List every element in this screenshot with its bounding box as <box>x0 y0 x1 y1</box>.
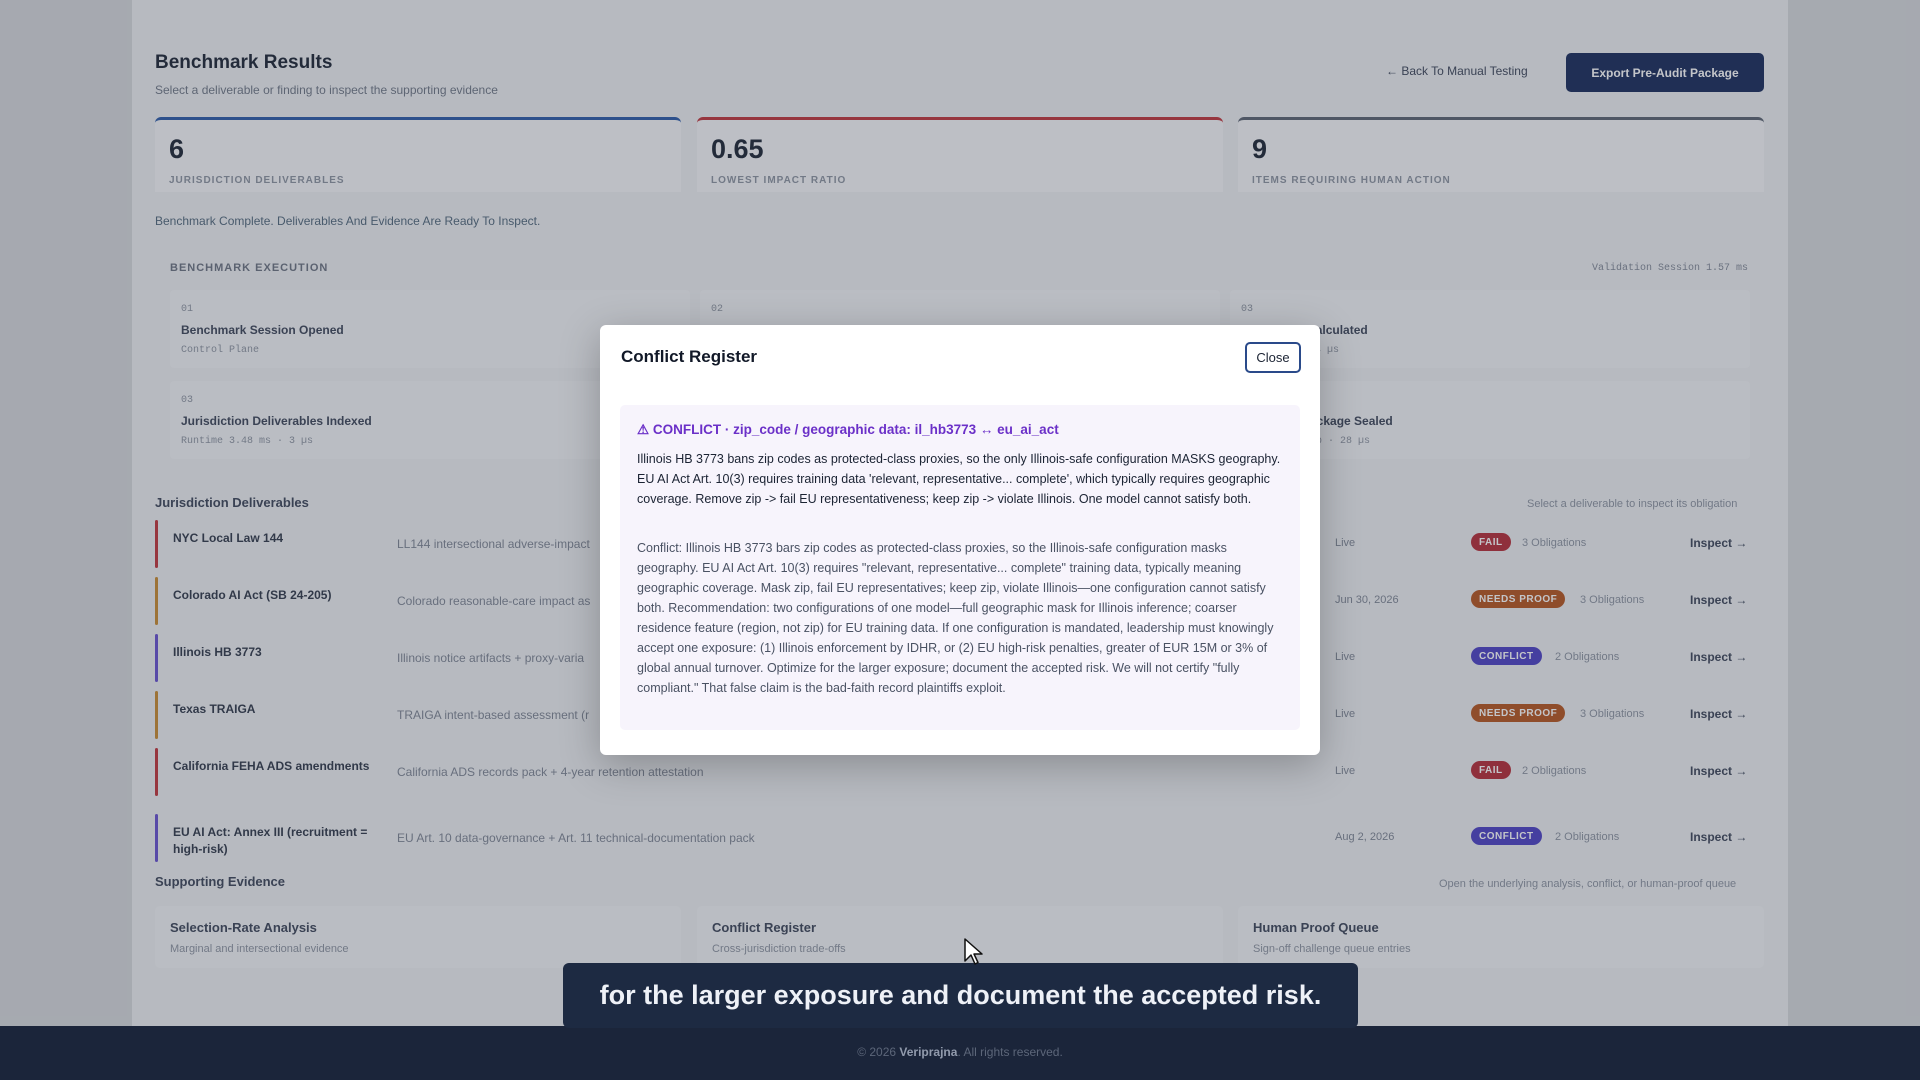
modal-title: Conflict Register <box>621 347 758 366</box>
conflict-panel: ⚠ CONFLICT · zip_code / geographic data:… <box>620 405 1300 730</box>
conflict-detail: Conflict: Illinois HB 3773 bars zip code… <box>637 541 1274 695</box>
close-button[interactable]: Close <box>1245 342 1301 373</box>
caption-text: for the larger exposure and document the… <box>599 980 1322 1010</box>
conflict-heading: ⚠ CONFLICT · zip_code / geographic data:… <box>637 422 1059 437</box>
mouse-pointer-icon <box>964 938 983 965</box>
conflict-summary: Illinois HB 3773 bans zip codes as prote… <box>637 452 1281 506</box>
video-caption: for the larger exposure and document the… <box>563 963 1358 1028</box>
conflict-register-modal: Conflict Register Close ⚠ CONFLICT · zip… <box>600 325 1320 755</box>
